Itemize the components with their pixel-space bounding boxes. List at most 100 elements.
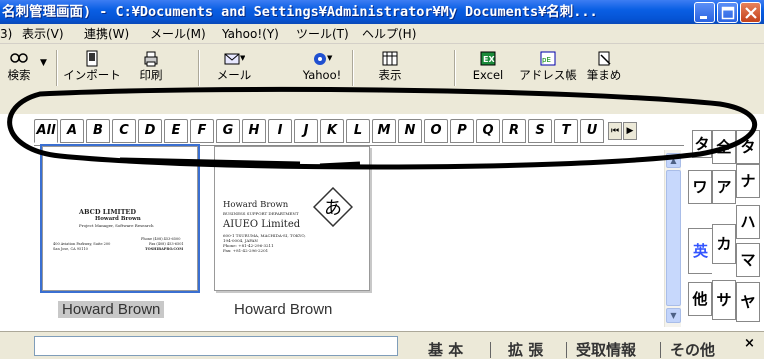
- alpha-tab-c[interactable]: C: [112, 119, 136, 143]
- card-phone: Phone (408) 453-6500: [141, 237, 181, 241]
- vertical-scrollbar[interactable]: ▲ ▼: [664, 150, 681, 327]
- alpha-tab-k[interactable]: K: [320, 119, 344, 143]
- tab-separator: [566, 342, 567, 358]
- fudemame-icon: [598, 51, 611, 66]
- kana-tab-ma[interactable]: マ: [736, 243, 760, 277]
- print-icon: [144, 51, 158, 67]
- tab-scroll-next-icon[interactable]: ▶: [623, 122, 637, 140]
- card-logo-text: あ: [324, 198, 342, 219]
- menu-item-link[interactable]: 連携(W): [84, 26, 129, 42]
- business-card[interactable]: ABCD LIMITED Howard Brown Project Manage…: [40, 144, 200, 293]
- svg-text:pE: pE: [542, 56, 551, 64]
- alpha-tab-e[interactable]: E: [164, 119, 188, 143]
- kana-tab-ta[interactable]: タ: [736, 130, 760, 164]
- alpha-tab-a[interactable]: A: [60, 119, 84, 143]
- alpha-tab-s[interactable]: S: [528, 119, 552, 143]
- close-panel-icon[interactable]: ×: [744, 336, 755, 351]
- tab-received-info[interactable]: 受取情報: [576, 340, 636, 359]
- alpha-tab-j[interactable]: J: [294, 119, 318, 143]
- fudemame-button[interactable]: 筆まめ: [578, 50, 630, 82]
- alpha-tab-o[interactable]: O: [424, 119, 448, 143]
- addressbook-button[interactable]: pE アドレス帳: [518, 50, 578, 82]
- status-field: [34, 336, 398, 356]
- excel-label: Excel: [472, 68, 504, 82]
- svg-text:▼: ▼: [327, 54, 333, 62]
- menu-item-yahoo[interactable]: Yahoo!(Y): [222, 26, 279, 42]
- kana-tab-ha[interactable]: ハ: [736, 205, 760, 239]
- card-caption[interactable]: Howard Brown: [58, 301, 165, 318]
- alpha-tab-b[interactable]: B: [86, 119, 110, 143]
- import-button[interactable]: インポート: [62, 50, 122, 82]
- alpha-tab-h[interactable]: H: [242, 119, 266, 143]
- alpha-tab-r[interactable]: R: [502, 119, 526, 143]
- mail-icon: ▼: [224, 53, 245, 65]
- alpha-tab-m[interactable]: M: [372, 119, 396, 143]
- scroll-up-arrow-icon[interactable]: ▲: [666, 153, 681, 168]
- kana-tab-sa[interactable]: サ: [712, 280, 736, 320]
- minimize-button[interactable]: [694, 2, 715, 23]
- kana-tab-ka[interactable]: カ: [712, 224, 736, 264]
- tab-basic[interactable]: 基 本: [428, 340, 463, 359]
- card-dept: BUSINESS SUPPORT DEPARTMENT: [223, 211, 299, 216]
- card-company: AIUEO Limited: [223, 219, 301, 230]
- card-caption[interactable]: Howard Brown: [234, 301, 332, 318]
- toolbar-separator: [198, 50, 200, 86]
- kana-tab-a[interactable]: ア: [712, 170, 736, 204]
- tab-scroll-first-icon[interactable]: ⏮: [608, 122, 622, 140]
- search-label: 検索: [7, 68, 31, 82]
- print-label: 印刷: [139, 68, 163, 82]
- card-list: ABCD LIMITED Howard Brown Project Manage…: [34, 144, 684, 328]
- alpha-tab-i[interactable]: I: [268, 119, 292, 143]
- svg-text:▼: ▼: [240, 54, 245, 62]
- excel-button[interactable]: EX Excel: [464, 50, 512, 82]
- alpha-tab-g[interactable]: G: [216, 119, 240, 143]
- toolbar-separator: [56, 50, 58, 86]
- excel-icon: EX: [480, 51, 496, 66]
- detail-tab-bar: 基 本 拡 張 受取情報 その他 ×: [0, 331, 764, 359]
- kana-tab-ta-left[interactable]: タ: [692, 130, 712, 158]
- yahoo-label: Yahoo!: [302, 68, 342, 82]
- menu-item-mail[interactable]: メール(M): [150, 26, 206, 42]
- menu-item-help[interactable]: ヘルプ(H): [362, 26, 416, 42]
- kana-tab-all[interactable]: 全: [712, 130, 736, 164]
- menu-item-view[interactable]: 表示(V): [22, 26, 64, 42]
- search-icon: [10, 53, 28, 63]
- scroll-thumb[interactable]: [666, 170, 681, 306]
- yahoo-button[interactable]: ▼ Yahoo!: [296, 50, 348, 82]
- tab-extended[interactable]: 拡 張: [508, 340, 543, 359]
- import-icon: [86, 50, 98, 67]
- alpha-tab-p[interactable]: P: [450, 119, 474, 143]
- kana-tab-na[interactable]: ナ: [736, 164, 760, 198]
- kana-tab-english[interactable]: 英: [688, 228, 712, 274]
- kana-tab-ya[interactable]: ヤ: [736, 282, 760, 322]
- close-button[interactable]: [740, 2, 761, 23]
- maximize-button[interactable]: [717, 2, 738, 23]
- card-name: Howard Brown: [223, 200, 289, 210]
- view-button[interactable]: 表示: [368, 50, 412, 82]
- business-card[interactable]: Howard Brown BUSINESS SUPPORT DEPARTMENT…: [214, 146, 370, 291]
- card-company: ABCD LIMITED: [79, 208, 137, 216]
- alpha-tab-l[interactable]: L: [346, 119, 370, 143]
- alpha-tab-u[interactable]: U: [580, 119, 604, 143]
- kana-tab-wa[interactable]: ワ: [688, 170, 712, 204]
- alpha-tab-d[interactable]: D: [138, 119, 162, 143]
- scroll-down-arrow-icon[interactable]: ▼: [666, 308, 681, 323]
- search-button[interactable]: 検索: [2, 50, 36, 82]
- kana-tab-other[interactable]: 他: [688, 282, 712, 316]
- print-button[interactable]: 印刷: [126, 50, 176, 82]
- alpha-tab-f[interactable]: F: [190, 119, 214, 143]
- tab-other[interactable]: その他: [670, 340, 715, 359]
- mail-label: メール: [216, 68, 252, 82]
- alpha-tab-n[interactable]: N: [398, 119, 422, 143]
- svg-text:EX: EX: [483, 55, 495, 64]
- search-dropdown-arrow[interactable]: ▼: [40, 58, 47, 68]
- alpha-tab-t[interactable]: T: [554, 119, 578, 143]
- menu-item-tools[interactable]: ツール(T): [296, 26, 349, 42]
- alpha-tab-all[interactable]: All: [34, 119, 58, 143]
- menu-item-partial[interactable]: 3): [0, 26, 12, 42]
- mail-button[interactable]: ▼ メール: [212, 50, 256, 82]
- addressbook-label: アドレス帳: [519, 68, 577, 82]
- fudemame-label: 筆まめ: [586, 68, 622, 82]
- toolbar-separator: [352, 50, 354, 86]
- alpha-tab-q[interactable]: Q: [476, 119, 500, 143]
